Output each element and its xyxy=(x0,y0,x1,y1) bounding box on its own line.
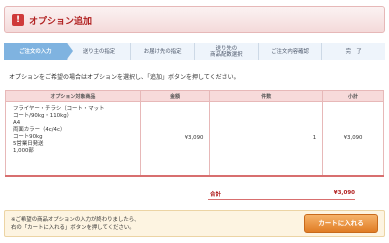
header-price: 金額 xyxy=(139,90,211,102)
footer-note-line: 右の「カートに入れる」ボタンを押してください。 xyxy=(11,225,135,231)
total-row: 合計 ¥3,090 xyxy=(208,188,355,200)
step-quantity-select: 送り先の 商品配数選択 xyxy=(195,43,259,60)
product-line: 1,000部 xyxy=(13,148,34,154)
quantity-cell: 1 xyxy=(209,101,324,177)
step-delivery: お届け先の指定 xyxy=(131,43,196,60)
footer-panel: ※ご希望の商品オプションの入力が終わりましたら、 右の「カートに入れる」ボタンを… xyxy=(4,210,385,237)
header-quantity: 件数 xyxy=(209,90,324,102)
header-subtotal: 小計 xyxy=(322,90,384,102)
product-line: フライヤー・チラシ（コート・マット xyxy=(13,106,105,112)
total-value: ¥3,090 xyxy=(333,190,355,196)
option-table: オプション対象商品 金額 件数 小計 フライヤー・チラシ（コート・マット コート… xyxy=(5,90,384,177)
product-line: 5営業日発送 xyxy=(13,141,44,147)
product-line: コート90kg xyxy=(13,134,43,140)
total-label: 合計 xyxy=(210,192,222,198)
table-row: フライヤー・チラシ（コート・マット コート/90kg・110kg） A4 両面カ… xyxy=(5,101,384,177)
header-product: オプション対象商品 xyxy=(5,90,141,102)
add-to-cart-button[interactable]: カートに入れる xyxy=(304,214,378,233)
product-line: コート/90kg・110kg） xyxy=(13,113,73,119)
step-confirm: ご注文内容確認 xyxy=(258,43,323,60)
price-cell: ¥3,090 xyxy=(139,101,211,177)
subtotal-cell: ¥3,090 xyxy=(322,101,384,177)
page-title: オプション追加 xyxy=(29,17,93,27)
footer-note: ※ご希望の商品オプションの入力が終わりましたら、 右の「カートに入れる」ボタンを… xyxy=(11,216,140,232)
page-header: ! オプション追加 xyxy=(4,6,385,33)
instruction-text: オプションをご希望の場合はオプションを選択し、「追加」ボタンを押してください。 xyxy=(9,74,240,81)
option-icon: ! xyxy=(12,14,24,26)
step-order-input: ご注文の入力 xyxy=(4,43,73,60)
product-line: 両面カラー（4c/4c） xyxy=(13,127,66,133)
step-quantity-line2: 商品配数選択 xyxy=(210,51,243,58)
footer-note-line: ※ご希望の商品オプションの入力が終わりましたら、 xyxy=(11,217,140,223)
progress-steps: ご注文の入力 送り主の指定 お届け先の指定 送り先の 商品配数選択 ご注文内容確… xyxy=(4,43,386,60)
step-complete: 完 了 xyxy=(322,43,386,60)
step-sender: 送り主の指定 xyxy=(67,43,132,60)
product-description: フライヤー・チラシ（コート・マット コート/90kg・110kg） A4 両面カ… xyxy=(5,101,141,177)
product-line: A4 xyxy=(13,120,21,126)
